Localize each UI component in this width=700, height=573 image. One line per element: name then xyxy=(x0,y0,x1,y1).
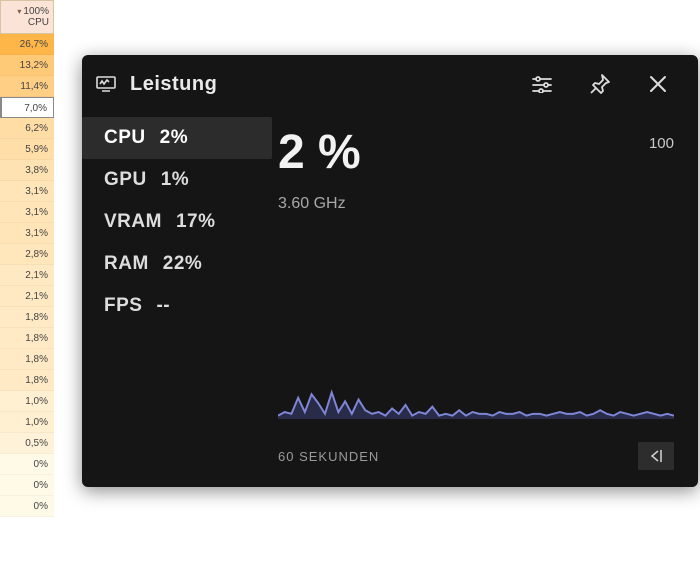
cpu-usage-row[interactable]: 1,8% xyxy=(0,328,54,349)
cpu-usage-row[interactable]: 0% xyxy=(0,475,54,496)
cpu-usage-value: 0% xyxy=(34,480,48,491)
cpu-usage-value: 2,1% xyxy=(25,291,48,302)
cpu-usage-row[interactable]: 13,2% xyxy=(0,55,54,76)
metric-name: RAM xyxy=(104,253,149,275)
overlay-title: Leistung xyxy=(130,73,217,96)
cpu-usage-row[interactable]: 2,1% xyxy=(0,265,54,286)
settings-button[interactable] xyxy=(520,64,564,104)
cpu-usage-value: 1,8% xyxy=(25,333,48,344)
cpu-header-label: CPU xyxy=(28,17,49,28)
cpu-usage-value: 3,1% xyxy=(25,186,48,197)
cpu-usage-value: 1,8% xyxy=(25,375,48,386)
metric-value: 2% xyxy=(160,127,188,149)
cpu-usage-value: 0,5% xyxy=(25,438,48,449)
cpu-usage-row[interactable]: 1,0% xyxy=(0,412,54,433)
cpu-usage-value: 1,0% xyxy=(25,396,48,407)
cpu-usage-value: 3,1% xyxy=(25,228,48,239)
cpu-usage-value: 2,1% xyxy=(25,270,48,281)
cpu-frequency: 3.60 GHz xyxy=(278,195,674,213)
metric-row-ram[interactable]: RAM 22% xyxy=(82,243,272,285)
cpu-usage-value: 11,4% xyxy=(20,81,48,92)
cpu-usage-row[interactable]: 0% xyxy=(0,454,54,475)
cpu-usage-value: 26,7% xyxy=(20,39,48,50)
cpu-usage-value: 5,9% xyxy=(25,144,48,155)
cpu-usage-value: 3,8% xyxy=(25,165,48,176)
metric-value: 17% xyxy=(176,211,216,233)
metric-row-gpu[interactable]: GPU 1% xyxy=(82,159,272,201)
cpu-usage-row[interactable]: 3,8% xyxy=(0,160,54,181)
cpu-usage-value: 0% xyxy=(34,501,48,512)
cpu-usage-row[interactable]: 0,5% xyxy=(0,433,54,454)
cpu-usage-row[interactable]: 3,1% xyxy=(0,181,54,202)
cpu-usage-row[interactable]: 5,9% xyxy=(0,139,54,160)
cpu-usage-row[interactable]: 3,1% xyxy=(0,223,54,244)
big-value: 2 % xyxy=(278,129,361,177)
chevron-down-icon: ▾ xyxy=(17,7,21,16)
metric-name: GPU xyxy=(104,169,147,191)
cpu-usage-row[interactable]: 1,0% xyxy=(0,391,54,412)
x-axis-label: 60 SEKUNDEN xyxy=(278,449,379,464)
pin-button[interactable] xyxy=(578,64,622,104)
cpu-usage-value: 3,1% xyxy=(25,207,48,218)
cpu-usage-value: 1,8% xyxy=(25,354,48,365)
cpu-column-header[interactable]: ▾ 100% CPU xyxy=(0,0,54,34)
cpu-usage-row[interactable]: 26,7% xyxy=(0,34,54,55)
chart-pane: 2 % 100 3.60 GHz 60 SEKUNDEN xyxy=(272,113,698,487)
cpu-usage-row[interactable]: 11,4% xyxy=(0,76,54,97)
cpu-usage-row[interactable]: 6,2% xyxy=(0,118,54,139)
cpu-usage-row[interactable]: 1,8% xyxy=(0,349,54,370)
cpu-header-percent: 100% xyxy=(23,6,49,17)
cpu-usage-value: 6,2% xyxy=(25,123,48,134)
close-button[interactable] xyxy=(636,64,680,104)
metric-name: FPS xyxy=(104,295,142,317)
cpu-usage-value: 1,8% xyxy=(25,312,48,323)
cpu-usage-column: ▾ 100% CPU 26,7% 13,2% 11,4% 7,0% 6,2% 5,9% 3,… xyxy=(0,0,54,573)
metric-value: -- xyxy=(156,295,170,317)
monitor-icon xyxy=(96,76,116,92)
cpu-usage-row[interactable]: 7,0% xyxy=(0,97,54,118)
metric-row-fps[interactable]: FPS -- xyxy=(82,285,272,327)
metric-name: CPU xyxy=(104,127,146,149)
performance-overlay: Leistung CPU 2% GPU 1% VRAM 17% RAM 22% FPS -- xyxy=(82,55,698,487)
metrics-list: CPU 2% GPU 1% VRAM 17% RAM 22% FPS -- xyxy=(82,113,272,487)
y-axis-max-label: 100 xyxy=(649,135,674,152)
cpu-usage-value: 2,8% xyxy=(25,249,48,260)
cpu-usage-value: 1,0% xyxy=(25,417,48,428)
metric-value: 1% xyxy=(161,169,189,191)
cpu-usage-row[interactable]: 2,8% xyxy=(0,244,54,265)
usage-chart xyxy=(278,241,674,441)
collapse-button[interactable] xyxy=(638,442,674,470)
cpu-usage-row[interactable]: 2,1% xyxy=(0,286,54,307)
cpu-usage-value: 13,2% xyxy=(20,60,48,71)
metric-value: 22% xyxy=(163,253,203,275)
cpu-usage-row[interactable]: 3,1% xyxy=(0,202,54,223)
metric-row-cpu[interactable]: CPU 2% xyxy=(82,117,272,159)
cpu-usage-row[interactable]: 1,8% xyxy=(0,370,54,391)
metric-row-vram[interactable]: VRAM 17% xyxy=(82,201,272,243)
overlay-header: Leistung xyxy=(82,55,698,113)
cpu-usage-row[interactable]: 0% xyxy=(0,496,54,517)
metric-name: VRAM xyxy=(104,211,162,233)
cpu-usage-value: 7,0% xyxy=(24,103,47,114)
cpu-usage-value: 0% xyxy=(34,459,48,470)
cpu-usage-row[interactable]: 1,8% xyxy=(0,307,54,328)
